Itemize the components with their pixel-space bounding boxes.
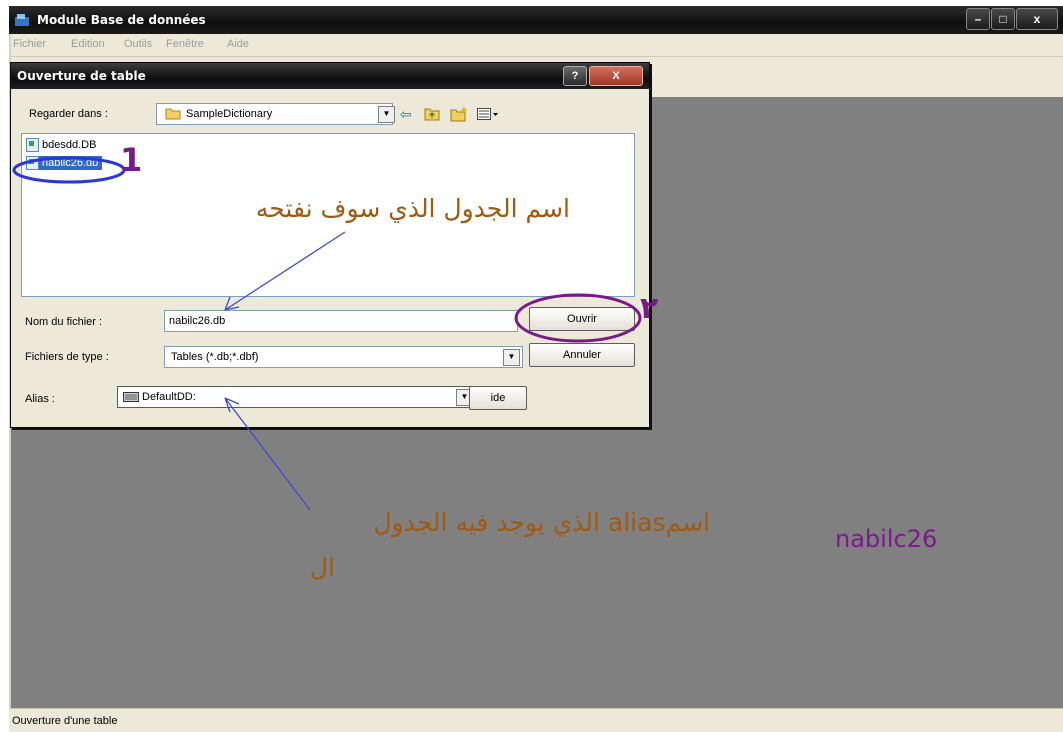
annotation-overlay	[12, 156, 642, 511]
arrow-to-alias	[224, 397, 311, 511]
annotation-alias-line2: ال	[309, 553, 335, 582]
annotation-table-name: اسم الجدول الذي سوف نفتحه	[255, 194, 570, 223]
annotation-marker-2: ٢	[640, 291, 659, 326]
open-button-circle	[514, 293, 642, 343]
signature-text: nabilc26	[835, 525, 938, 553]
annotation-marker-1: 1	[120, 141, 143, 179]
arrow-to-filename	[224, 231, 346, 311]
annotation-alias-line1: اسمalias الذي يوجد فيه الجدول	[373, 508, 710, 537]
file-highlight-circle	[12, 156, 126, 184]
